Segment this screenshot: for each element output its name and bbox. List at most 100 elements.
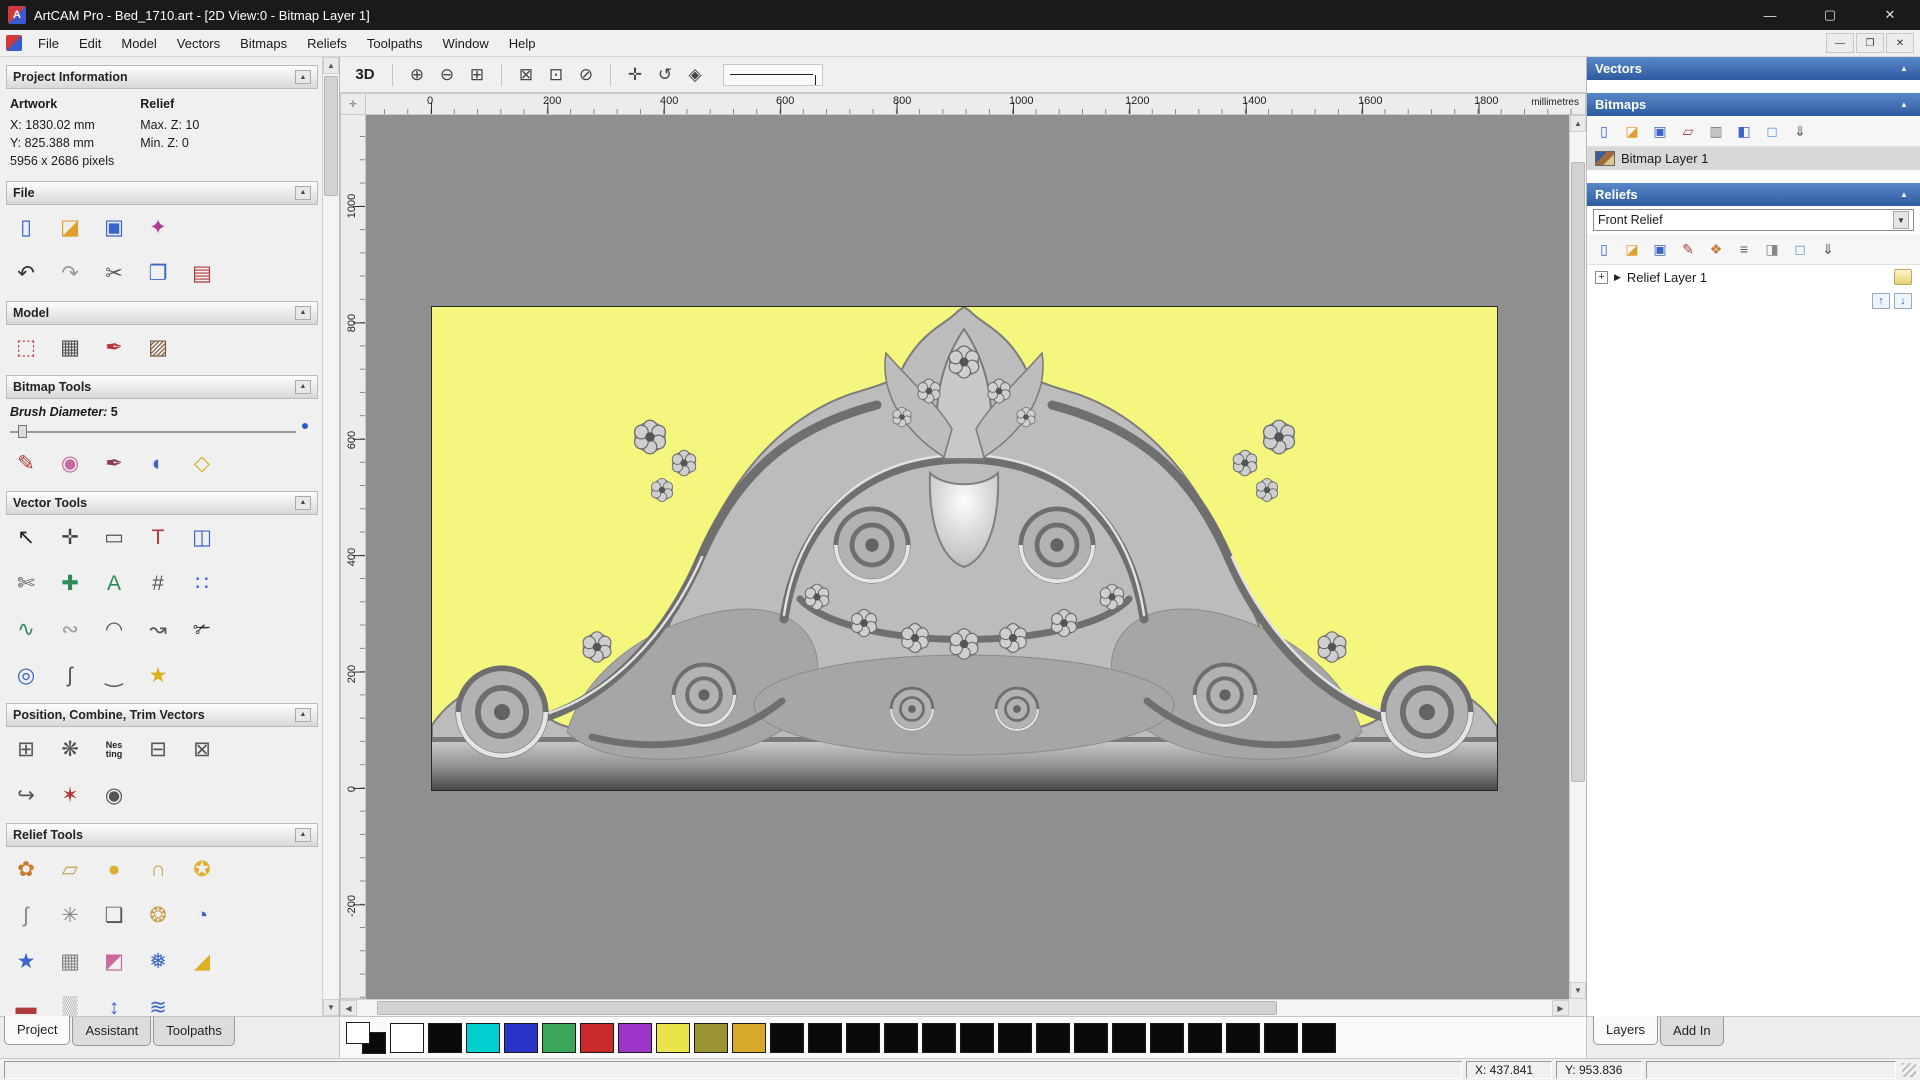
bitmap-layer-row[interactable]: Bitmap Layer 1 <box>1587 147 1920 170</box>
palette-swatch-black[interactable] <box>1150 1022 1184 1053</box>
line-width-selector[interactable] <box>723 63 823 86</box>
reduce-colours-icon[interactable]: ◇ <box>184 446 220 482</box>
section-position-combine-trim[interactable]: Position, Combine, Trim Vectors ▲ <box>6 702 318 727</box>
paint-relief-icon[interactable]: ✎ <box>1675 237 1701 261</box>
collapse-icon[interactable]: ▲ <box>1896 64 1912 73</box>
relief-layer-row[interactable]: + ▶ Relief Layer 1 <box>1587 265 1920 289</box>
load-relief-layer-icon[interactable]: ◪ <box>1619 237 1645 261</box>
create-rectangle-icon[interactable]: ▭ <box>96 520 132 556</box>
zoom-fit-icon[interactable]: ⊠ <box>512 61 540 89</box>
palette-swatch-black[interactable] <box>428 1022 462 1053</box>
palette-swatch-black[interactable] <box>1302 1022 1336 1053</box>
move-layer-up-icon[interactable]: ↑ <box>1872 293 1890 309</box>
flood-fill-icon[interactable]: ◉ <box>52 446 88 482</box>
palette-icon[interactable]: ◐ <box>140 446 176 482</box>
tab-project[interactable]: Project <box>4 1016 71 1045</box>
smooth-relief-icon[interactable]: ▱ <box>52 852 88 888</box>
resize-grip[interactable] <box>1902 1062 1916 1077</box>
canvas-horizontal-scrollbar[interactable]: ◀ ▶ <box>340 999 1569 1016</box>
scrollbar-track[interactable] <box>1570 132 1586 982</box>
tab-add-in[interactable]: Add In <box>1660 1017 1724 1046</box>
collapse-icon[interactable]: ▲ <box>295 495 311 510</box>
delete-bitmap-layer-icon[interactable]: ◻ <box>1759 119 1785 143</box>
load-bitmap-layer-icon[interactable]: ◪ <box>1619 119 1645 143</box>
chevron-down-icon[interactable]: ▼ <box>1893 211 1909 229</box>
texture-relief-icon[interactable]: ❅ <box>140 944 176 980</box>
ring-copy-icon[interactable]: ◉ <box>96 778 132 814</box>
palette-swatch-black[interactable] <box>922 1022 956 1053</box>
palette-swatch-gold[interactable] <box>732 1022 766 1053</box>
save-model-icon[interactable]: ▣ <box>96 210 132 246</box>
fit-curve-icon[interactable]: ʃ <box>52 658 88 694</box>
scroll-down-icon[interactable]: ▼ <box>1570 982 1586 999</box>
undo-icon[interactable]: ↶ <box>8 256 44 292</box>
tab-layers[interactable]: Layers <box>1593 1016 1659 1045</box>
palette-swatch-green[interactable] <box>542 1022 576 1053</box>
smooth-curve-icon[interactable]: ∾ <box>52 612 88 648</box>
palette-swatch-red[interactable] <box>580 1022 614 1053</box>
zoom-in-icon[interactable]: ⊕ <box>403 61 431 89</box>
brush-diameter-slider[interactable] <box>10 422 310 439</box>
create-star-icon[interactable]: ★ <box>140 658 176 694</box>
palette-swatch-white[interactable] <box>390 1022 424 1053</box>
minimize-button[interactable]: — <box>1740 0 1800 30</box>
bitmap-layer-canvas[interactable] <box>431 305 1498 791</box>
block-copy-icon[interactable]: ⊟ <box>140 732 176 768</box>
bake-relief-icon[interactable]: ❖ <box>1703 237 1729 261</box>
snap-grid-icon[interactable]: # <box>140 566 176 602</box>
tab-toolpaths[interactable]: Toolpaths <box>153 1017 235 1046</box>
new-relief-layer-icon[interactable]: ▯ <box>1591 237 1617 261</box>
shape-editor-icon[interactable]: ● <box>96 852 132 888</box>
notes-icon[interactable]: ✒ <box>96 330 132 366</box>
scrollbar-track[interactable] <box>357 1000 1552 1016</box>
scale-relief-icon[interactable]: ↕ <box>96 990 132 1017</box>
merge-bitmap-layers-icon[interactable]: ⇓ <box>1787 119 1813 143</box>
reliefs-header[interactable]: Reliefs ▲ <box>1587 183 1920 206</box>
section-relief-tools[interactable]: Relief Tools ▲ <box>6 822 318 847</box>
scroll-right-icon[interactable]: ▶ <box>1552 1000 1569 1016</box>
pan-view-icon[interactable]: ✛ <box>621 61 649 89</box>
redraw-view-icon[interactable]: ↺ <box>651 61 679 89</box>
mirror-vectors-icon[interactable]: ◫ <box>184 520 220 556</box>
section-file[interactable]: File ▲ <box>6 180 318 205</box>
smooth-mask-icon[interactable]: ≋ <box>140 990 176 1016</box>
greyscale-icon[interactable]: ▥ <box>1703 119 1729 143</box>
load-bitmap-icon[interactable]: ▨ <box>140 330 176 366</box>
weave-wizard-icon[interactable]: ✳ <box>52 898 88 934</box>
bitmaps-header[interactable]: Bitmaps ▲ <box>1587 93 1920 116</box>
menu-toolpaths[interactable]: Toolpaths <box>357 32 433 55</box>
colour-reduce-icon[interactable]: ◧ <box>1731 119 1757 143</box>
paste-icon[interactable]: ▤ <box>184 256 220 292</box>
section-vector-tools[interactable]: Vector Tools ▲ <box>6 490 318 515</box>
palette-swatch-black[interactable] <box>1226 1022 1260 1053</box>
wrap-curve-icon[interactable]: ↪ <box>8 778 44 814</box>
menu-help[interactable]: Help <box>499 32 546 55</box>
preview-relief-icon[interactable]: ◨ <box>1759 237 1785 261</box>
save-relief-layer-icon[interactable]: ▣ <box>1647 237 1673 261</box>
palette-swatch-cyan[interactable] <box>466 1022 500 1053</box>
menu-bitmaps[interactable]: Bitmaps <box>230 32 297 55</box>
angled-plane-icon[interactable]: ◢ <box>184 944 220 980</box>
calculate-relief-icon[interactable]: ≡ <box>1731 237 1757 261</box>
scroll-left-icon[interactable]: ◀ <box>340 1000 357 1016</box>
section-bitmap-tools[interactable]: Bitmap Tools ▲ <box>6 374 318 399</box>
weld-vectors-icon[interactable]: ✶ <box>52 778 88 814</box>
select-vectors-icon[interactable]: ↖ <box>8 520 44 556</box>
measure-icon[interactable]: ↝ <box>140 612 176 648</box>
two-rail-sweep-icon[interactable]: ∩ <box>140 852 176 888</box>
create-text-block-icon[interactable]: A <box>96 566 132 602</box>
collapse-icon[interactable]: ▲ <box>295 379 311 394</box>
palette-swatch-blue[interactable] <box>504 1022 538 1053</box>
relief-visibility-icon[interactable] <box>1894 269 1912 285</box>
zoom-objects-icon[interactable]: ⊡ <box>542 61 570 89</box>
left-panel-scrollbar[interactable]: ▲ ▼ <box>322 57 339 1016</box>
palette-swatch-black[interactable] <box>1074 1022 1108 1053</box>
model-wizard-icon[interactable]: ✦ <box>140 210 176 246</box>
collapse-icon[interactable]: ▲ <box>295 707 311 722</box>
offset-relief-icon[interactable]: ❏ <box>96 898 132 934</box>
scrollbar-thumb[interactable] <box>1571 162 1585 782</box>
palette-swatch-black[interactable] <box>884 1022 918 1053</box>
ruler-origin-button[interactable]: ✛ <box>340 93 366 115</box>
colour-picker-icon[interactable]: ✒ <box>96 446 132 482</box>
offset-vector-icon[interactable]: ◎ <box>8 658 44 694</box>
